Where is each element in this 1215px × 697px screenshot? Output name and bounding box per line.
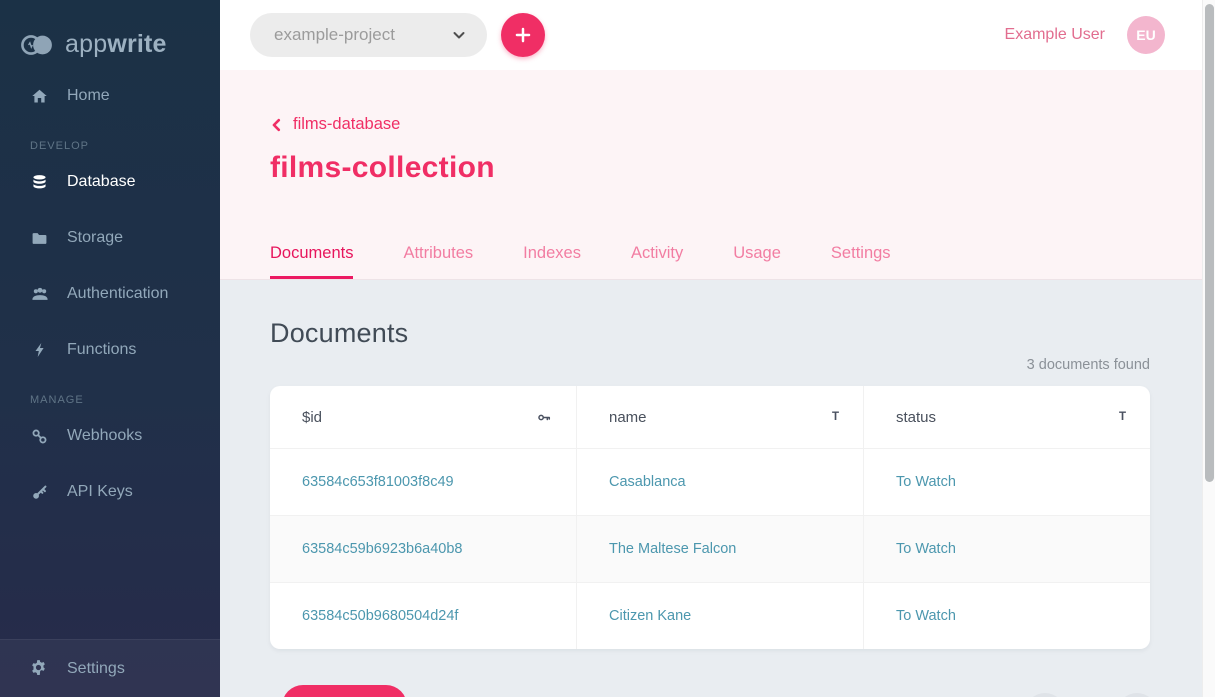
sidebar-item-database[interactable]: Database: [0, 154, 220, 210]
text-type-icon: T: [1119, 411, 1126, 423]
document-id-link[interactable]: 63584c59b6923b6a40b8: [302, 541, 462, 557]
sidebar-item-authentication[interactable]: Authentication: [0, 266, 220, 322]
sidebar-item-label: Webhooks: [67, 427, 142, 445]
table-row[interactable]: 63584c50b9680504d24f Citizen Kane To Wat…: [270, 582, 1150, 649]
tab-usage[interactable]: Usage: [733, 244, 781, 279]
column-label: name: [609, 409, 647, 426]
plus-icon: [514, 26, 532, 44]
page-scrollbar[interactable]: [1202, 0, 1215, 697]
database-icon: [30, 173, 49, 192]
sidebar: appwrite Home DEVELOP Database Storage: [0, 0, 220, 697]
sidebar-item-storage[interactable]: Storage: [0, 210, 220, 266]
pagination-prev-button[interactable]: [1025, 693, 1065, 697]
avatar[interactable]: EU: [1127, 16, 1165, 54]
project-selector-value: example-project: [274, 25, 395, 45]
sidebar-item-webhooks[interactable]: Webhooks: [0, 408, 220, 464]
sidebar-item-label: Storage: [67, 229, 123, 247]
user-name[interactable]: Example User: [1005, 26, 1105, 44]
column-label: status: [896, 409, 936, 426]
gear-icon: [30, 659, 49, 678]
appwrite-wordmark: appwrite: [65, 30, 167, 59]
pagination-next-button[interactable]: [1117, 693, 1157, 697]
collection-tabs: Documents Attributes Indexes Activity Us…: [270, 244, 1215, 279]
column-header-status: status T: [864, 386, 1150, 448]
text-type-icon: T: [832, 411, 839, 423]
tab-settings[interactable]: Settings: [831, 244, 891, 279]
document-name[interactable]: Casablanca: [609, 474, 686, 490]
sidebar-item-api-keys[interactable]: API Keys: [0, 464, 220, 520]
tab-attributes[interactable]: Attributes: [403, 244, 473, 279]
scrollbar-thumb[interactable]: [1205, 4, 1214, 482]
folder-icon: [30, 229, 49, 248]
column-label: $id: [302, 409, 322, 426]
table-row[interactable]: 63584c653f81003f8c49 Casablanca To Watch: [270, 448, 1150, 515]
collection-header: films-database films-collection Document…: [220, 70, 1215, 280]
page-title: films-collection: [270, 151, 1215, 185]
appwrite-logo-icon: [19, 31, 56, 59]
document-id-link[interactable]: 63584c50b9680504d24f: [302, 608, 458, 624]
document-name[interactable]: Citizen Kane: [609, 608, 691, 624]
document-id-link[interactable]: 63584c653f81003f8c49: [302, 474, 454, 490]
table-row[interactable]: 63584c59b6923b6a40b8 The Maltese Falcon …: [270, 515, 1150, 582]
lightning-icon: [30, 341, 49, 360]
main-column: example-project Example User EU films-da…: [220, 0, 1215, 697]
sidebar-item-label: Home: [67, 87, 110, 105]
tab-activity[interactable]: Activity: [631, 244, 683, 279]
sidebar-section-manage: MANAGE: [30, 394, 220, 406]
column-header-id: $id: [270, 386, 577, 448]
documents-table: $id name T status T 63584c653f81003f8c49…: [270, 386, 1150, 649]
tab-documents[interactable]: Documents: [270, 244, 353, 279]
section-title: Documents: [270, 318, 1215, 349]
sidebar-item-label: Settings: [67, 660, 125, 678]
sidebar-item-label: Database: [67, 173, 136, 191]
sidebar-item-settings[interactable]: Settings: [0, 639, 220, 697]
users-icon: [30, 285, 49, 304]
documents-panel: Documents 3 documents found $id name T s…: [220, 280, 1215, 697]
sidebar-item-label: Functions: [67, 341, 136, 359]
sidebar-item-label: API Keys: [67, 483, 133, 501]
key-icon: [30, 483, 49, 502]
result-count: 3 documents found: [270, 357, 1150, 373]
project-selector[interactable]: example-project: [250, 13, 487, 57]
breadcrumb-label: films-database: [293, 115, 400, 134]
document-name[interactable]: The Maltese Falcon: [609, 541, 736, 557]
document-status[interactable]: To Watch: [896, 541, 956, 557]
document-status[interactable]: To Watch: [896, 608, 956, 624]
topbar: example-project Example User EU: [220, 0, 1215, 70]
document-status[interactable]: To Watch: [896, 474, 956, 490]
sidebar-item-functions[interactable]: Functions: [0, 322, 220, 378]
tab-indexes[interactable]: Indexes: [523, 244, 581, 279]
table-header-row: $id name T status T: [270, 386, 1150, 448]
sidebar-item-home[interactable]: Home: [0, 68, 220, 124]
link-icon: [30, 427, 49, 446]
create-project-button[interactable]: [501, 13, 545, 57]
chevron-down-icon: [451, 27, 467, 43]
sidebar-section-develop: DEVELOP: [30, 140, 220, 152]
sidebar-item-label: Authentication: [67, 285, 168, 303]
column-header-name: name T: [577, 386, 864, 448]
home-icon: [30, 87, 49, 106]
key-icon: [537, 410, 552, 425]
add-document-button[interactable]: [282, 685, 407, 697]
chevron-left-icon: [270, 118, 284, 132]
breadcrumb[interactable]: films-database: [270, 115, 400, 134]
appwrite-logo: appwrite: [0, 0, 220, 68]
